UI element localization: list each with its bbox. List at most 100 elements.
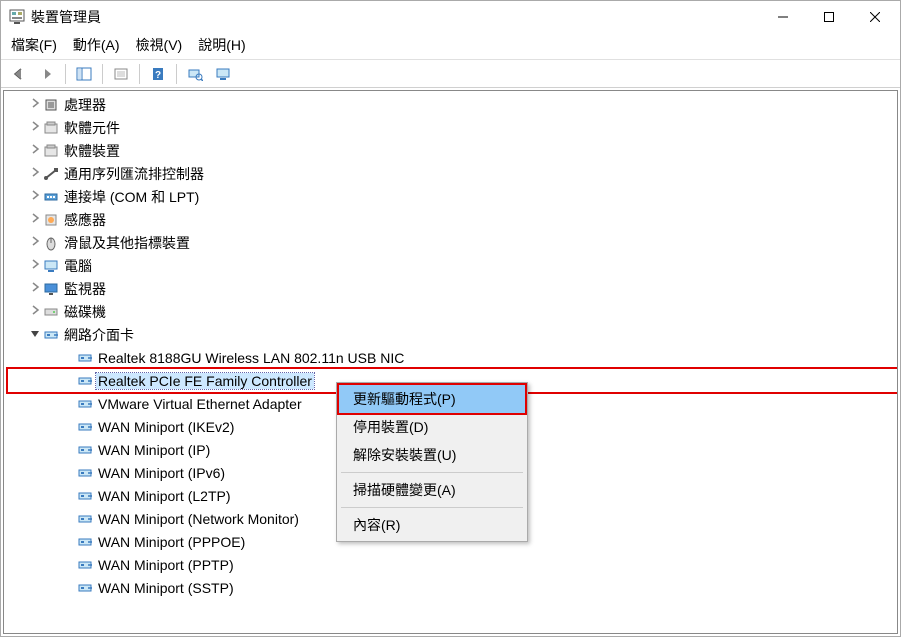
category-label: 處理器 bbox=[62, 95, 108, 115]
category-label: 連接埠 (COM 和 LPT) bbox=[62, 187, 201, 207]
network-adapter-icon bbox=[76, 419, 94, 435]
expand-arrow-icon[interactable] bbox=[28, 282, 42, 295]
maximize-button[interactable] bbox=[806, 2, 852, 32]
category-label: 感應器 bbox=[62, 210, 108, 230]
device-label: WAN Miniport (PPTP) bbox=[96, 557, 236, 573]
expand-arrow-icon[interactable] bbox=[28, 236, 42, 249]
expand-arrow-icon[interactable] bbox=[28, 144, 42, 157]
context-menu-item[interactable]: 停用裝置(D) bbox=[339, 413, 525, 441]
device-label: WAN Miniport (L2TP) bbox=[96, 488, 233, 504]
tree-category[interactable]: 網路介面卡 bbox=[8, 323, 897, 346]
network-adapter-icon bbox=[76, 534, 94, 550]
menu-view[interactable]: 檢視(V) bbox=[136, 35, 183, 55]
tree-category[interactable]: 處理器 bbox=[8, 93, 897, 116]
network-adapter-icon bbox=[76, 373, 94, 389]
expand-arrow-icon[interactable] bbox=[28, 98, 42, 111]
category-icon bbox=[42, 120, 60, 136]
expand-arrow-icon[interactable] bbox=[28, 190, 42, 203]
category-label: 軟體元件 bbox=[62, 118, 122, 138]
device-label: WAN Miniport (SSTP) bbox=[96, 580, 236, 596]
svg-text:?: ? bbox=[155, 70, 161, 81]
category-label: 磁碟機 bbox=[62, 302, 108, 322]
category-icon bbox=[42, 281, 60, 297]
toolbar-separator bbox=[139, 64, 140, 84]
tree-category[interactable]: 磁碟機 bbox=[8, 300, 897, 323]
category-icon bbox=[42, 304, 60, 320]
help-button[interactable]: ? bbox=[146, 63, 170, 85]
category-label: 監視器 bbox=[62, 279, 108, 299]
properties-button[interactable] bbox=[109, 63, 133, 85]
menu-file[interactable]: 檔案(F) bbox=[11, 35, 57, 55]
context-menu-item[interactable]: 解除安裝裝置(U) bbox=[339, 441, 525, 469]
context-menu-item[interactable]: 掃描硬體變更(A) bbox=[339, 476, 525, 504]
expand-arrow-icon[interactable] bbox=[28, 167, 42, 180]
tree-category[interactable]: 監視器 bbox=[8, 277, 897, 300]
expand-arrow-icon[interactable] bbox=[28, 328, 42, 341]
device-label: WAN Miniport (IP) bbox=[96, 442, 212, 458]
tree-category[interactable]: 軟體裝置 bbox=[8, 139, 897, 162]
tree-device[interactable]: Realtek 8188GU Wireless LAN 802.11n USB … bbox=[8, 346, 897, 369]
tree-category[interactable]: 軟體元件 bbox=[8, 116, 897, 139]
network-adapter-icon bbox=[76, 465, 94, 481]
category-icon bbox=[42, 212, 60, 228]
toolbar-separator bbox=[102, 64, 103, 84]
context-menu: 更新驅動程式(P)停用裝置(D)解除安裝裝置(U) 掃描硬體變更(A) 內容(R) bbox=[336, 382, 528, 542]
toolbar-separator bbox=[176, 64, 177, 84]
window-title: 裝置管理員 bbox=[31, 7, 760, 27]
back-button[interactable] bbox=[7, 63, 31, 85]
minimize-button[interactable] bbox=[760, 2, 806, 32]
network-adapter-icon bbox=[76, 488, 94, 504]
category-label: 軟體裝置 bbox=[62, 141, 122, 161]
tree-category[interactable]: 連接埠 (COM 和 LPT) bbox=[8, 185, 897, 208]
category-icon bbox=[42, 166, 60, 182]
forward-button[interactable] bbox=[35, 63, 59, 85]
device-label: Realtek PCIe FE Family Controller bbox=[96, 373, 314, 389]
tree-category[interactable]: 滑鼠及其他指標裝置 bbox=[8, 231, 897, 254]
context-menu-separator bbox=[341, 507, 523, 508]
show-hide-tree-button[interactable] bbox=[72, 63, 96, 85]
category-icon bbox=[42, 235, 60, 251]
device-label: WAN Miniport (IKEv2) bbox=[96, 419, 236, 435]
tree-category[interactable]: 通用序列匯流排控制器 bbox=[8, 162, 897, 185]
category-icon bbox=[42, 143, 60, 159]
tree-device[interactable]: WAN Miniport (SSTP) bbox=[8, 576, 897, 599]
category-icon bbox=[42, 327, 60, 343]
context-menu-separator bbox=[341, 472, 523, 473]
expand-arrow-icon[interactable] bbox=[28, 213, 42, 226]
app-icon bbox=[9, 9, 25, 25]
expand-arrow-icon[interactable] bbox=[28, 259, 42, 272]
device-label: WAN Miniport (IPv6) bbox=[96, 465, 227, 481]
category-label: 通用序列匯流排控制器 bbox=[62, 164, 206, 184]
context-menu-item[interactable]: 更新驅動程式(P) bbox=[339, 385, 525, 413]
toolbar: ? bbox=[1, 60, 900, 88]
toolbar-separator bbox=[65, 64, 66, 84]
tree-category[interactable]: 電腦 bbox=[8, 254, 897, 277]
network-adapter-icon bbox=[76, 557, 94, 573]
tree-category[interactable]: 感應器 bbox=[8, 208, 897, 231]
close-button[interactable] bbox=[852, 2, 898, 32]
context-menu-item[interactable]: 內容(R) bbox=[339, 511, 525, 539]
network-adapter-icon bbox=[76, 396, 94, 412]
category-label: 網路介面卡 bbox=[62, 325, 136, 345]
category-icon bbox=[42, 189, 60, 205]
scan-hardware-button[interactable] bbox=[183, 63, 207, 85]
tree-device[interactable]: WAN Miniport (PPTP) bbox=[8, 553, 897, 576]
window-buttons bbox=[760, 2, 898, 32]
menubar: 檔案(F) 動作(A) 檢視(V) 說明(H) bbox=[1, 33, 900, 60]
expand-arrow-icon[interactable] bbox=[28, 305, 42, 318]
device-label: WAN Miniport (PPPOE) bbox=[96, 534, 247, 550]
network-adapter-icon bbox=[76, 350, 94, 366]
expand-arrow-icon[interactable] bbox=[28, 121, 42, 134]
category-label: 滑鼠及其他指標裝置 bbox=[62, 233, 192, 253]
network-adapter-icon bbox=[76, 511, 94, 527]
device-label: WAN Miniport (Network Monitor) bbox=[96, 511, 301, 527]
view-devices-button[interactable] bbox=[211, 63, 235, 85]
device-label: VMware Virtual Ethernet Adapter bbox=[96, 396, 304, 412]
menu-help[interactable]: 說明(H) bbox=[198, 35, 245, 55]
menu-action[interactable]: 動作(A) bbox=[73, 35, 120, 55]
network-adapter-icon bbox=[76, 442, 94, 458]
device-tree[interactable]: 處理器軟體元件軟體裝置通用序列匯流排控制器連接埠 (COM 和 LPT) 感應器滑… bbox=[4, 91, 897, 633]
titlebar: 裝置管理員 bbox=[1, 1, 900, 33]
category-label: 電腦 bbox=[62, 256, 94, 276]
content-pane: 處理器軟體元件軟體裝置通用序列匯流排控制器連接埠 (COM 和 LPT) 感應器滑… bbox=[3, 90, 898, 634]
